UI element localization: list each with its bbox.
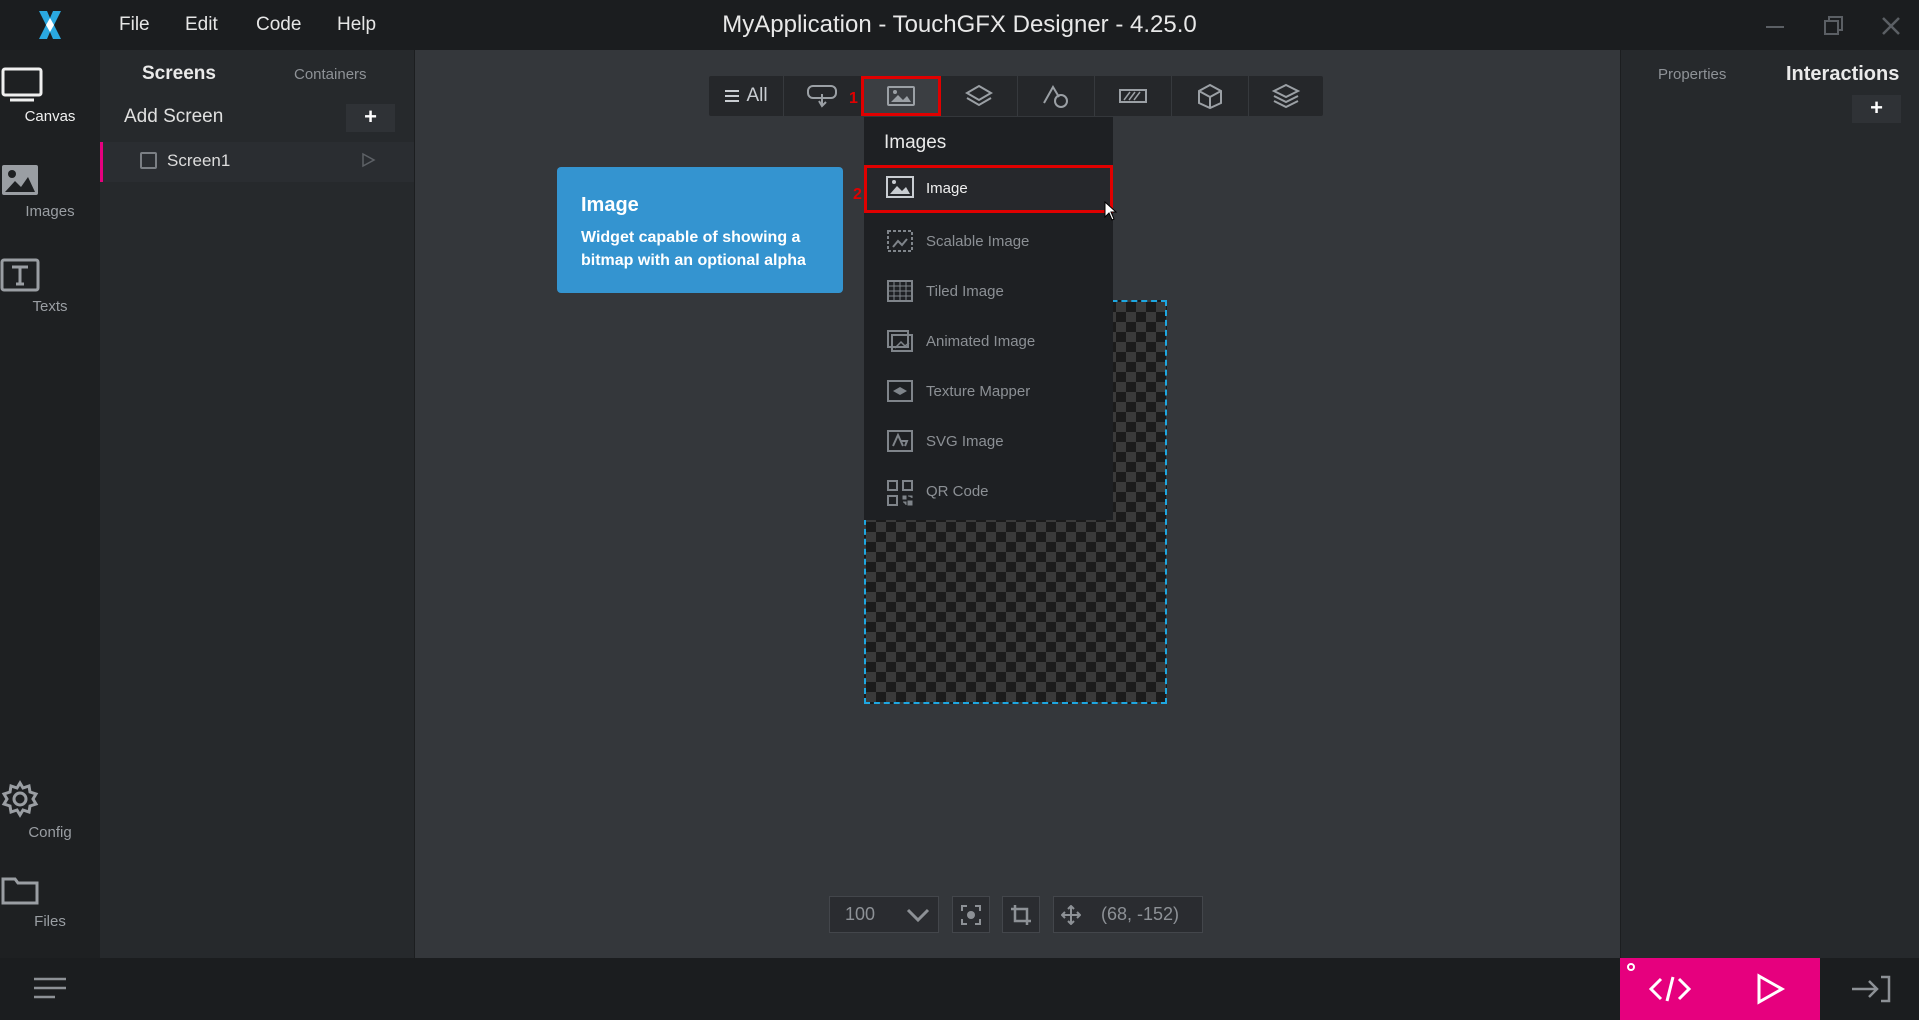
nav-config-label: Config [28,824,72,841]
image-icon [887,86,915,106]
step-marker-2: 2 [853,186,862,203]
widget-texture-mapper[interactable]: Texture Mapper [864,368,1113,416]
export-icon[interactable] [1851,975,1891,1003]
tab-containers[interactable]: Containers [294,66,367,83]
widget-qr-code-label: QR Code [926,483,989,500]
tab-shapes[interactable] [1018,76,1095,116]
crop-icon [1011,904,1031,925]
crop-button[interactable] [1002,896,1040,933]
tab-interactions[interactable]: Interactions [1786,63,1899,86]
nav-canvas-label: Canvas [24,108,76,125]
minimize-icon[interactable] [1763,14,1787,38]
focus-icon [961,904,981,925]
tab-all-label: All [746,85,768,106]
nav-images-label: Images [25,203,75,220]
widget-image[interactable]: Image [864,165,1113,213]
canvas-icon [0,66,100,102]
list-icon [725,90,740,102]
close-icon[interactable] [1879,14,1903,38]
tab-containers-widgets[interactable] [941,76,1018,116]
progress-icon [1119,89,1147,103]
tiled-image-icon [886,279,914,303]
widget-texture-mapper-label: Texture Mapper [926,383,1031,400]
texts-icon [0,258,100,292]
images-dropdown-title: Images [884,132,947,153]
zoom-value: 100 [845,904,876,924]
code-icon [1648,976,1692,1002]
chevron-down-icon[interactable] [905,904,931,926]
button-touch-icon [807,85,837,108]
play-icon [1757,973,1786,1005]
animated-image-icon [886,329,914,353]
widget-tiled-image[interactable]: Tiled Image [864,268,1113,316]
stack-icon [1271,83,1301,109]
tab-images[interactable] [861,76,941,116]
layers-icon [965,84,993,107]
play-icon[interactable] [360,152,376,168]
widget-scalable-image[interactable]: Scalable Image [864,218,1113,266]
cube-icon [1198,83,1222,110]
step-marker-1: 1 [849,90,858,107]
tooltip-title: Image [581,194,639,216]
screen-name: Screen1 [167,151,231,170]
cursor-coordinates: (68, -152) [1101,904,1180,924]
screen-checkbox[interactable] [140,152,157,169]
mouse-cursor-icon [1104,201,1118,221]
window-title: MyApplication - TouchGFX Designer - 4.25… [722,11,1197,38]
nav-files[interactable]: Files [0,873,100,953]
widget-qr-code[interactable]: QR Code [864,468,1113,516]
images-icon [0,163,100,197]
add-screen-button[interactable]: + [346,104,395,132]
add-interaction-button[interactable]: + [1852,95,1901,123]
folder-icon [0,873,100,907]
gear-icon [0,780,100,818]
nav-canvas[interactable]: Canvas [0,66,100,146]
move-icon [1061,905,1081,925]
menu-lines-icon[interactable] [33,976,67,1000]
widget-svg-image-label: SVG Image [926,433,1004,450]
qr-code-icon [886,479,914,507]
svg-image-icon [886,429,914,453]
nav-images[interactable]: Images [0,163,100,243]
tooltip-description: Widget capable of showing a bitmap with … [581,229,806,269]
tab-properties[interactable]: Properties [1658,66,1726,83]
focus-screen-button[interactable] [952,896,990,933]
add-screen-label: Add Screen [124,106,224,127]
nav-texts[interactable]: Texts [0,258,100,338]
widget-animated-image[interactable]: Animated Image [864,318,1113,366]
scalable-image-icon [886,229,914,253]
texture-mapper-icon [886,379,914,403]
tab-3d[interactable] [1172,76,1249,116]
widget-svg-image[interactable]: SVG Image [864,418,1113,466]
widget-image-label: Image [926,180,968,197]
nav-config[interactable]: Config [0,780,100,860]
widget-tiled-image-label: Tiled Image [926,283,1004,300]
restore-icon[interactable] [1821,14,1845,38]
tab-screens[interactable]: Screens [142,63,216,85]
tab-misc[interactable] [1249,76,1323,116]
tab-progress[interactable] [1095,76,1172,116]
screens-panel [100,50,415,958]
run-simulator-button[interactable] [1720,958,1820,1020]
right-panel [1620,50,1919,958]
image-icon [886,176,914,198]
tab-all-widgets[interactable]: All [709,76,784,116]
widget-scalable-image-label: Scalable Image [926,233,1030,250]
nav-texts-label: Texts [32,298,68,315]
generate-code-button[interactable] [1620,958,1720,1020]
status-dot-icon [1627,963,1635,971]
widget-animated-image-label: Animated Image [926,333,1036,350]
nav-files-label: Files [34,913,66,930]
shapes-icon [1043,85,1068,108]
